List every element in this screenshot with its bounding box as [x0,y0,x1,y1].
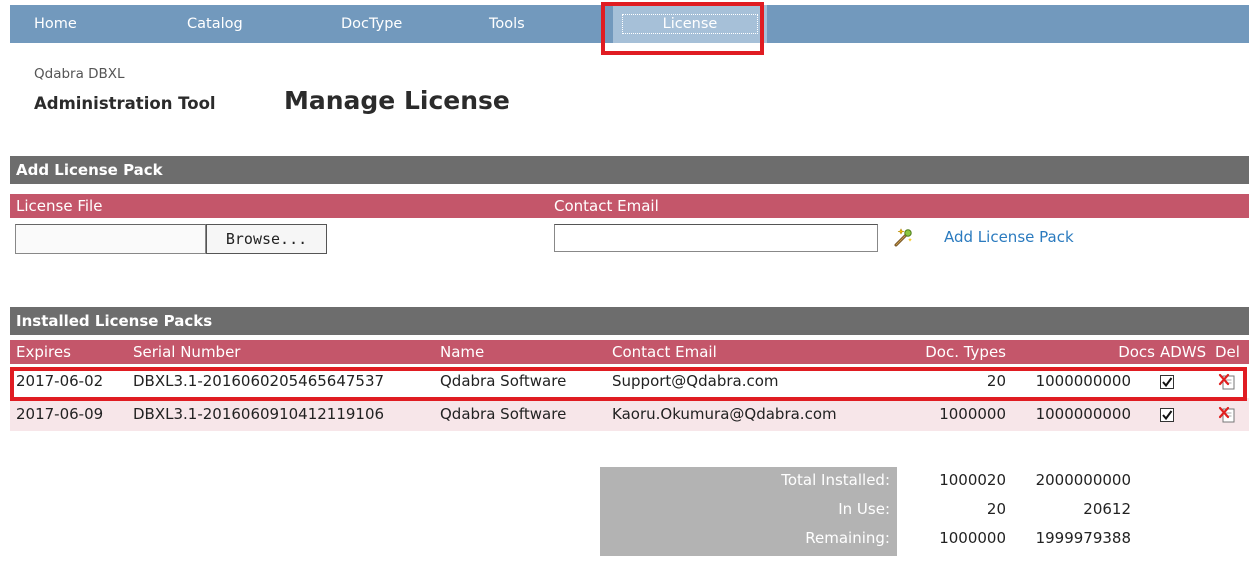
add-pack-columns: License File Contact Email [10,194,1249,218]
col-del: Del [1215,343,1240,361]
nav-tools[interactable]: Tools [489,5,525,43]
col-contact-email: Contact Email [612,343,717,361]
row-serial-number: DBXL3.1-2016060205465647537 [133,372,385,390]
table-row: 2017-06-09 DBXL3.1-2016060910412119106 Q… [10,398,1249,431]
nav-license[interactable]: License [613,5,767,43]
col-docs: Docs [1118,343,1155,361]
adws-checkbox[interactable] [1160,408,1174,422]
nav-doctype[interactable]: DocType [341,5,402,43]
row-serial-number: DBXL3.1-2016060910412119106 [133,405,385,423]
installed-license-packs-header: Installed License Packs [10,307,1249,335]
row-expires: 2017-06-09 [16,405,104,423]
app-title: Administration Tool [34,94,216,113]
remaining-docs: 1999979388 [1035,529,1131,547]
row-doc-types: 20 [986,372,1006,390]
nav-catalog[interactable]: Catalog [187,5,243,43]
row-name: Qdabra Software [440,372,567,390]
page-title: Manage License [284,86,510,115]
col-doc-types: Doc. Types [925,343,1006,361]
contact-email-label: Contact Email [554,197,659,215]
row-contact-email: Kaoru.Okumura@Qdabra.com [612,405,837,423]
remaining-doc-types: 1000000 [939,529,1006,547]
license-file-input[interactable] [15,224,206,254]
product-name: Qdabra DBXL [34,66,125,82]
row-docs: 1000000000 [1035,405,1131,423]
license-file-label: License File [16,197,103,215]
contact-email-input[interactable] [554,224,878,252]
adws-checkbox[interactable] [1160,375,1174,389]
in-use-label: In Use: [838,500,890,518]
total-installed-doc-types: 1000020 [939,471,1006,489]
top-nav: Home Catalog DocType Tools License [10,5,1249,43]
nav-home[interactable]: Home [34,5,77,43]
col-adws: ADWS [1160,343,1207,361]
in-use-docs: 20612 [1083,500,1131,518]
row-contact-email: Support@Qdabra.com [612,372,779,390]
checkmark-icon [1162,410,1173,421]
col-expires: Expires [16,343,71,361]
in-use-doc-types: 20 [986,500,1006,518]
row-doc-types: 1000000 [939,405,1006,423]
installed-columns: Expires Serial Number Name Contact Email… [10,340,1249,364]
delete-icon[interactable] [1218,406,1236,424]
remaining-label: Remaining: [805,529,890,547]
delete-icon[interactable] [1218,373,1236,391]
checkmark-icon [1162,377,1173,388]
add-license-pack-link[interactable]: Add License Pack [944,228,1074,246]
total-installed-docs: 2000000000 [1035,471,1131,489]
row-docs: 1000000000 [1035,372,1131,390]
add-license-pack-header: Add License Pack [10,156,1249,184]
row-name: Qdabra Software [440,405,567,423]
col-serial-number: Serial Number [133,343,241,361]
col-name: Name [440,343,485,361]
magic-wand-icon[interactable] [893,226,915,248]
row-expires: 2017-06-02 [16,372,104,390]
total-installed-label: Total Installed: [781,471,890,489]
table-row: 2017-06-02 DBXL3.1-2016060205465647537 Q… [10,365,1249,398]
browse-button[interactable]: Browse... [206,224,327,254]
